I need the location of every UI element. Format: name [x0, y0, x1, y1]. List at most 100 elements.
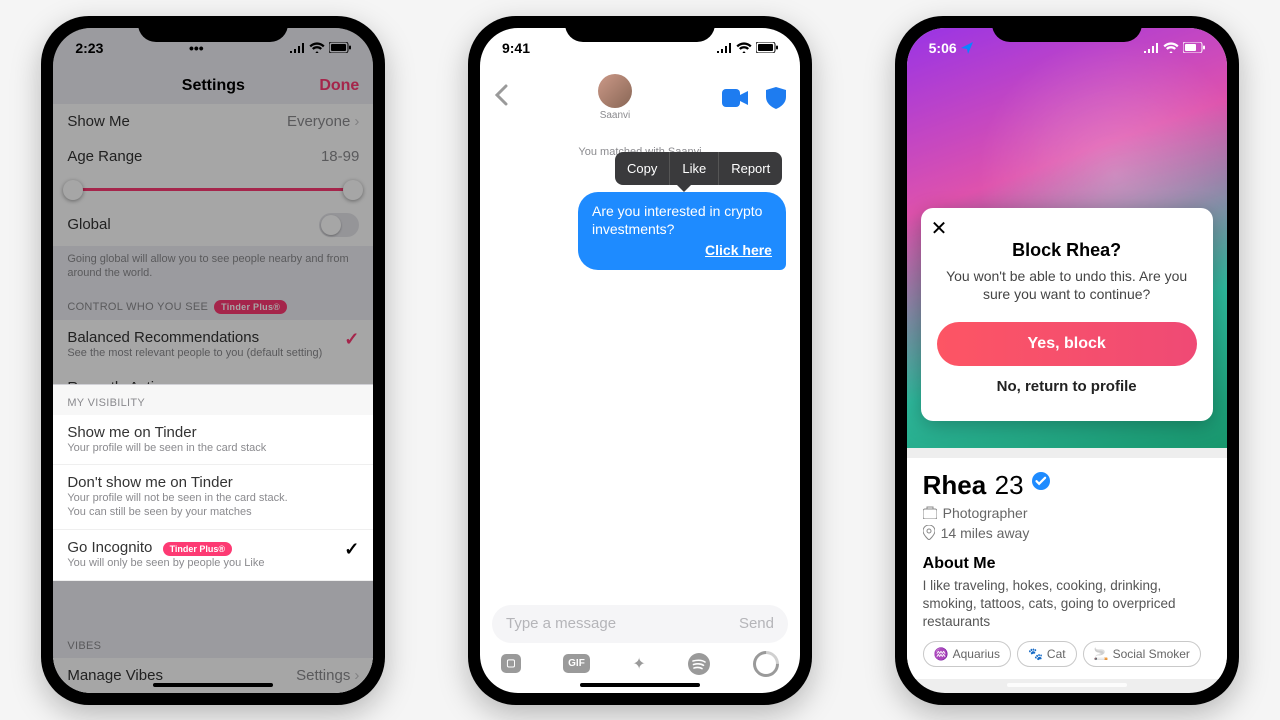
section-visibility-header: MY VISIBILITY — [53, 385, 373, 415]
battery-icon — [756, 42, 778, 53]
contact-card-icon[interactable]: ▢ — [501, 654, 520, 673]
no-return-button[interactable]: No, return to profile — [937, 366, 1197, 407]
check-icon: ✓ — [344, 329, 359, 350]
profile-age: 23 — [995, 470, 1024, 500]
pill-smoking: 🚬 Social Smoker — [1083, 641, 1201, 667]
clock: 5:06 — [929, 40, 957, 56]
row-label: Manage Vibes — [67, 667, 163, 684]
notch — [565, 16, 715, 42]
signal-icon — [289, 43, 305, 53]
message-context-menu: Copy Like Report — [615, 152, 782, 185]
chevron-left-icon — [494, 84, 508, 106]
row-sub: Your profile will be seen in the card st… — [67, 442, 266, 456]
phone-chat: 9:41 Saanvi You matched with Saanvi Copy… — [468, 16, 812, 705]
dialog-title: Block Rhea? — [937, 240, 1197, 261]
done-button[interactable]: Done — [319, 77, 359, 95]
bio: I like traveling, hokes, cooking, drinki… — [923, 577, 1211, 632]
menu-copy[interactable]: Copy — [615, 152, 669, 185]
pill-zodiac: ♒ Aquarius — [923, 641, 1011, 667]
sticker-icon[interactable]: ✦ — [632, 654, 645, 674]
home-indicator — [580, 683, 700, 687]
yes-block-button[interactable]: Yes, block — [937, 322, 1197, 366]
location-pin-icon — [923, 525, 935, 540]
row-label: Show Me — [67, 113, 130, 130]
signal-icon — [1143, 43, 1159, 53]
home-indicator — [1007, 683, 1127, 687]
row-title: Balanced Recommendations — [67, 329, 322, 346]
tinder-plus-badge: Tinder Plus® — [163, 542, 232, 556]
close-button[interactable]: ✕ — [931, 216, 948, 241]
status-dots: ••• — [189, 40, 204, 56]
menu-report[interactable]: Report — [718, 152, 782, 185]
signal-icon — [716, 43, 732, 53]
row-value: Everyone — [287, 113, 350, 130]
row-global[interactable]: Global — [53, 204, 373, 246]
row-dont-show[interactable]: Don't show me on Tinder Your profile wil… — [53, 465, 373, 530]
clock: 9:41 — [502, 40, 530, 56]
clock: 2:23 — [75, 40, 103, 56]
battery-icon — [329, 42, 351, 53]
row-incognito[interactable]: Go Incognito Tinder Plus® You will only … — [53, 530, 373, 581]
row-show-on-tinder[interactable]: Show me on Tinder Your profile will be s… — [53, 415, 373, 466]
send-button[interactable]: Send — [739, 615, 774, 632]
row-title: Go Incognito — [67, 539, 152, 556]
slider-thumb-max[interactable] — [343, 180, 363, 200]
pill-pet: 🐾 Cat — [1017, 641, 1077, 667]
wifi-icon — [1163, 42, 1179, 53]
briefcase-icon — [923, 506, 937, 519]
visibility-sheet: MY VISIBILITY Show me on Tinder Your pro… — [53, 384, 373, 581]
page-title: Settings — [182, 77, 245, 95]
row-balanced[interactable]: Balanced Recommendations See the most re… — [53, 320, 373, 370]
home-indicator — [153, 683, 273, 687]
chat-header: Saanvi — [480, 68, 800, 128]
gif-icon[interactable]: GIF — [563, 654, 590, 673]
menu-like[interactable]: Like — [669, 152, 718, 185]
wifi-icon — [309, 42, 325, 53]
chat-toolbar: ▢ GIF ✦ — [480, 647, 800, 681]
row-sub: You will only be seen by people you Like — [67, 557, 264, 571]
row-manage-vibes[interactable]: Manage Vibes Settings› — [53, 658, 373, 693]
distance: 14 miles away — [941, 525, 1030, 541]
row-label: Global — [67, 216, 110, 233]
dialog-body: You won't be able to undo this. Are you … — [937, 267, 1197, 305]
profile-name: Rhea — [923, 470, 987, 500]
chevron-right-icon: › — [354, 667, 359, 684]
notch — [138, 16, 288, 42]
block-dialog: ✕ Block Rhea? You won't be able to undo … — [921, 208, 1213, 422]
noonlight-icon[interactable] — [747, 645, 784, 682]
avatar — [598, 74, 632, 108]
phone-settings: 2:23 ••• Settings Done Show Me Everyone›… — [41, 16, 385, 705]
row-show-me[interactable]: Show Me Everyone› — [53, 104, 373, 139]
wifi-icon — [736, 42, 752, 53]
row-title: Don't show me on Tinder — [67, 474, 232, 491]
slider-thumb-min[interactable] — [63, 180, 83, 200]
tinder-plus-badge: Tinder Plus® — [214, 300, 287, 314]
profile-info: Rhea 23 Photographer 14 miles away About… — [907, 458, 1227, 680]
age-slider[interactable] — [53, 174, 373, 204]
back-button[interactable] — [494, 84, 508, 111]
message-text: Are you interested in crypto investments… — [592, 203, 762, 238]
row-value: 18-99 — [321, 148, 359, 165]
row-age-range[interactable]: Age Range 18-99 — [53, 139, 373, 174]
row-label: Age Range — [67, 148, 142, 165]
spotify-icon[interactable] — [688, 653, 710, 675]
section-control-header: CONTROL WHO YOU SEE Tinder Plus® — [53, 288, 373, 320]
global-toggle[interactable] — [319, 213, 359, 237]
about-header: About Me — [923, 555, 1211, 573]
global-hint: Going global will allow you to see peopl… — [53, 246, 373, 289]
message-bubble[interactable]: Are you interested in crypto investments… — [578, 192, 786, 271]
video-icon[interactable] — [722, 89, 748, 107]
message-composer[interactable]: Type a message Send — [492, 605, 788, 643]
location-icon — [960, 41, 974, 55]
check-icon: ✓ — [344, 539, 359, 560]
message-link[interactable]: Click here — [592, 241, 772, 260]
composer-placeholder: Type a message — [506, 615, 616, 632]
battery-icon — [1183, 42, 1205, 53]
profile-button[interactable]: Saanvi — [598, 74, 632, 121]
section-vibes-header: VIBES — [53, 628, 373, 658]
row-sub: Your profile will not be seen in the car… — [67, 492, 287, 520]
shield-icon[interactable] — [766, 87, 786, 109]
match-name: Saanvi — [598, 110, 632, 121]
notch — [992, 16, 1142, 42]
chevron-right-icon: › — [354, 113, 359, 130]
